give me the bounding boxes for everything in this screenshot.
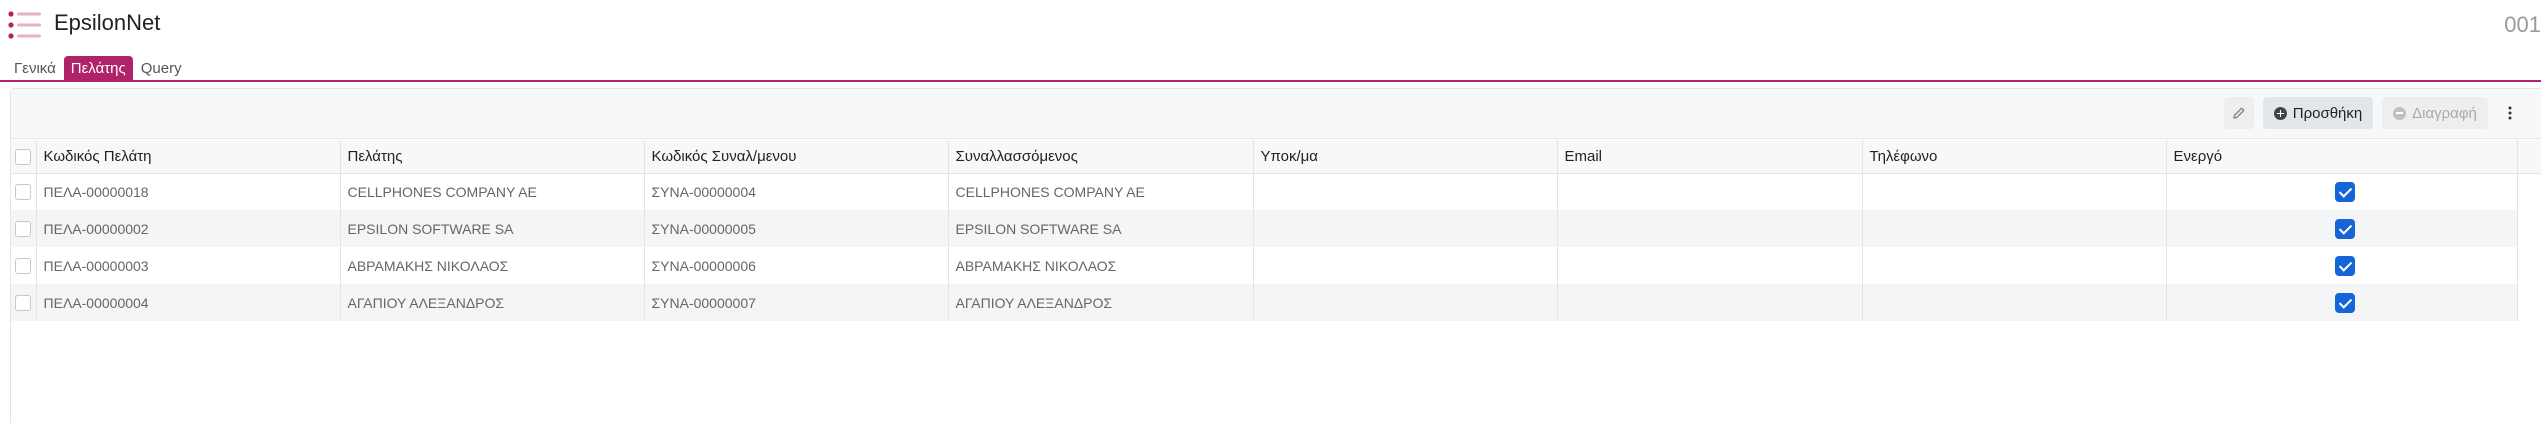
cell-customer-code[interactable]: ΠΕΛΑ-00000002: [36, 210, 341, 247]
tab-underline: [0, 80, 2541, 82]
tab-customer[interactable]: Πελάτης: [63, 56, 133, 81]
table-row[interactable]: ΠΕΛΑ-00000018 CELLPHONES COMPANY AE ΣΥΝΑ…: [11, 173, 2518, 210]
table-header-row: Κωδικός Πελάτη Πελάτης Κωδικός Συναλ/μεν…: [11, 140, 2518, 174]
delete-button-label: Διαγραφή: [2412, 104, 2477, 122]
cell-trader[interactable]: ΑΓΑΠΙΟΥ ΑΛΕΞΑΝΔΡΟΣ: [948, 284, 1254, 321]
customers-table: Κωδικός Πελάτη Πελάτης Κωδικός Συναλ/μεν…: [11, 140, 2518, 321]
edit-button[interactable]: [2224, 97, 2254, 129]
cell-customer[interactable]: EPSILON SOFTWARE SA: [340, 210, 645, 247]
cell-trader-code[interactable]: ΣΥΝΑ-00000007: [644, 284, 949, 321]
tab-bar: Γενικά Πελάτης Query: [8, 56, 188, 81]
select-all-checkbox[interactable]: [15, 148, 32, 165]
cell-active: [2166, 173, 2518, 210]
company-code: 001: [2504, 12, 2541, 37]
cell-branch[interactable]: [1253, 210, 1558, 247]
delete-button[interactable]: Διαγραφή: [2382, 97, 2488, 129]
row-checkbox[interactable]: [15, 221, 32, 238]
active-checkbox[interactable]: [2335, 255, 2355, 276]
vertical-dots-icon: [2508, 106, 2512, 120]
cell-trader[interactable]: ΑΒΡΑΜΑΚΗΣ ΝΙΚΟΛΑΟΣ: [948, 247, 1254, 284]
more-options-button[interactable]: [2499, 97, 2521, 129]
cell-customer-code[interactable]: ΠΕΛΑ-00000004: [36, 284, 341, 321]
add-button[interactable]: Προσθήκη: [2263, 97, 2373, 129]
table-row[interactable]: ΠΕΛΑ-00000004 ΑΓΑΠΙΟΥ ΑΛΕΞΑΝΔΡΟΣ ΣΥΝΑ-00…: [11, 284, 2518, 321]
select-all-cell: [11, 140, 37, 174]
active-checkbox[interactable]: [2335, 181, 2355, 202]
tab-query[interactable]: Query: [135, 56, 188, 81]
row-checkbox[interactable]: [15, 295, 32, 312]
cell-phone[interactable]: [1862, 284, 2167, 321]
row-select-cell: [11, 284, 37, 321]
customers-panel: Προσθήκη Διαγραφή Κωδικός Πελάτη Πελάτης…: [10, 88, 2541, 423]
cell-branch[interactable]: [1253, 284, 1558, 321]
plus-circle-icon: [2273, 106, 2287, 120]
cell-active: [2166, 247, 2518, 284]
cell-active: [2166, 210, 2518, 247]
column-header[interactable]: Κωδικός Συναλ/μενου: [644, 140, 949, 174]
column-header[interactable]: Πελάτης: [340, 140, 645, 174]
cell-trader-code[interactable]: ΣΥΝΑ-00000004: [644, 173, 949, 210]
row-checkbox[interactable]: [15, 258, 32, 275]
column-header[interactable]: Ενεργό: [2166, 140, 2518, 174]
active-checkbox[interactable]: [2335, 292, 2355, 313]
row-select-cell: [11, 210, 37, 247]
row-select-cell: [11, 247, 37, 284]
header-scroll-spacer: [2517, 140, 2541, 174]
hamburger-list-icon[interactable]: [8, 10, 42, 40]
cell-branch[interactable]: [1253, 247, 1558, 284]
pencil-icon: [2233, 107, 2245, 119]
cell-trader[interactable]: EPSILON SOFTWARE SA: [948, 210, 1254, 247]
table-row[interactable]: ΠΕΛΑ-00000003 ΑΒΡΑΜΑΚΗΣ ΝΙΚΟΛΑΟΣ ΣΥΝΑ-00…: [11, 247, 2518, 284]
cell-customer-code[interactable]: ΠΕΛΑ-00000018: [36, 173, 341, 210]
grid-toolbar: Προσθήκη Διαγραφή: [11, 89, 2541, 139]
cell-email[interactable]: [1557, 173, 1863, 210]
app-header: EpsilonNet 001: [0, 0, 2541, 52]
cell-email[interactable]: [1557, 247, 1863, 284]
column-header[interactable]: Κωδικός Πελάτη: [36, 140, 341, 174]
cell-customer-code[interactable]: ΠΕΛΑ-00000003: [36, 247, 341, 284]
cell-trader-code[interactable]: ΣΥΝΑ-00000006: [644, 247, 949, 284]
cell-email[interactable]: [1557, 284, 1863, 321]
cell-customer[interactable]: ΑΒΡΑΜΑΚΗΣ ΝΙΚΟΛΑΟΣ: [340, 247, 645, 284]
add-button-label: Προσθήκη: [2292, 104, 2363, 122]
cell-trader[interactable]: CELLPHONES COMPANY AE: [948, 173, 1254, 210]
cell-branch[interactable]: [1253, 173, 1558, 210]
cell-phone[interactable]: [1862, 173, 2167, 210]
app-title: EpsilonNet: [54, 10, 161, 35]
cell-customer[interactable]: ΑΓΑΠΙΟΥ ΑΛΕΞΑΝΔΡΟΣ: [340, 284, 645, 321]
cell-trader-code[interactable]: ΣΥΝΑ-00000005: [644, 210, 949, 247]
tab-general[interactable]: Γενικά: [8, 56, 62, 81]
column-header[interactable]: Υποκ/μα: [1253, 140, 1558, 174]
row-select-cell: [11, 173, 37, 210]
cell-phone[interactable]: [1862, 247, 2167, 284]
minus-circle-icon: [2393, 106, 2407, 120]
cell-active: [2166, 284, 2518, 321]
column-header[interactable]: Συναλλασσόμενος: [948, 140, 1254, 174]
cell-email[interactable]: [1557, 210, 1863, 247]
table-row[interactable]: ΠΕΛΑ-00000002 EPSILON SOFTWARE SA ΣΥΝΑ-0…: [11, 210, 2518, 247]
cell-phone[interactable]: [1862, 210, 2167, 247]
row-checkbox[interactable]: [15, 184, 32, 201]
cell-customer[interactable]: CELLPHONES COMPANY AE: [340, 173, 645, 210]
active-checkbox[interactable]: [2335, 218, 2355, 239]
column-header[interactable]: Τηλέφωνο: [1862, 140, 2167, 174]
column-header[interactable]: Email: [1557, 140, 1863, 174]
